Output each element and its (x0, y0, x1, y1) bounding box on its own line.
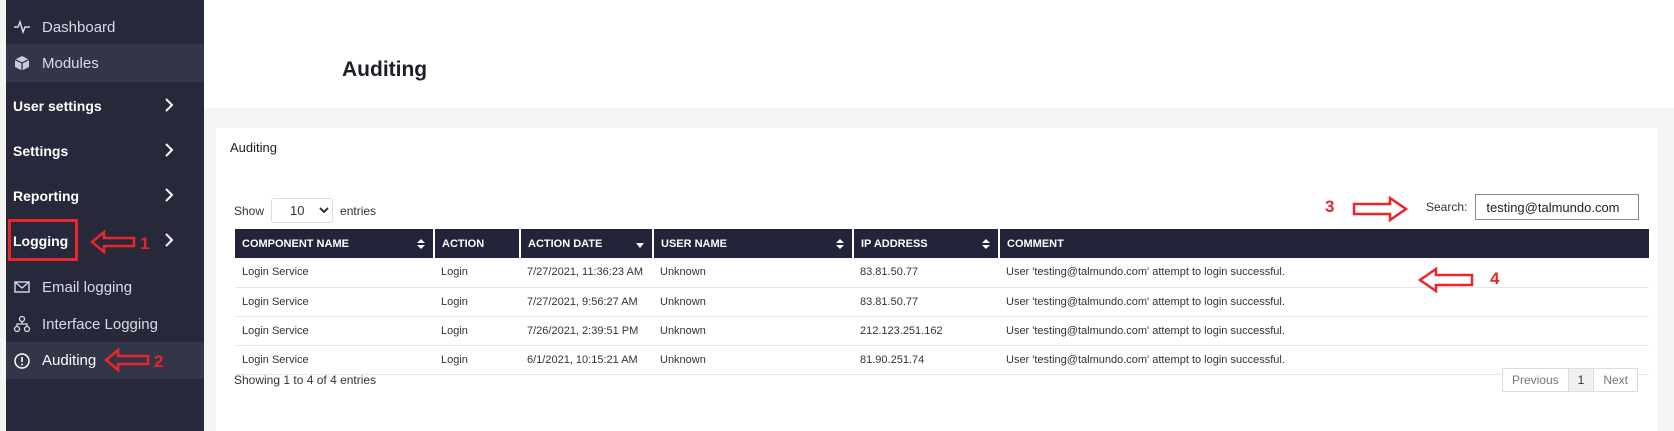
column-label: COMPONENT NAME (242, 237, 349, 250)
sidebar-item-email-logging[interactable]: Email logging (6, 268, 204, 306)
entries-label: entries (340, 203, 377, 218)
chevron-right-icon (160, 141, 178, 159)
table-cell: 6/1/2021, 10:15:21 AM (520, 345, 653, 375)
page-header: Auditing (204, 0, 1674, 108)
pagination: Previous 1 Next (1501, 368, 1638, 392)
sort-desc-icon (636, 243, 644, 248)
previous-page-button[interactable]: Previous (1501, 368, 1569, 392)
table-info: Showing 1 to 4 of 4 entries (234, 373, 377, 387)
sidebar-item-label: Settings (13, 143, 69, 159)
cube-icon (13, 54, 31, 72)
sort-icon (982, 239, 990, 249)
sidebar-item-label: User settings (13, 98, 102, 114)
annotation-label: 2 (154, 352, 164, 371)
table-cell: 7/27/2021, 9:56:27 AM (520, 287, 653, 317)
table-cell: Login (434, 316, 520, 346)
annotation-label: 4 (1490, 269, 1500, 288)
table-cell: Login Service (235, 345, 434, 375)
alert-circle-icon (13, 352, 31, 370)
sidebar-item-modules[interactable]: Modules (6, 44, 204, 82)
column-header-action-date[interactable]: ACTION DATE (520, 229, 654, 258)
sort-icon (836, 239, 844, 249)
column-header-component-name[interactable]: COMPONENT NAME (235, 229, 435, 258)
page-title: Auditing (342, 58, 428, 81)
table-cell: 7/27/2021, 11:36:23 AM (520, 258, 653, 288)
column-header-ip-address[interactable]: IP ADDRESS (853, 229, 1000, 258)
arrow-left-icon (1418, 267, 1474, 293)
table-cell: Unknown (653, 316, 853, 346)
column-label: IP ADDRESS (861, 237, 928, 250)
table-cell: User 'testing@talmundo.com' attempt to l… (999, 258, 1649, 288)
table-row: Login Service Login 7/26/2021, 2:39:51 P… (235, 316, 1649, 346)
card-title: Auditing (230, 140, 277, 155)
column-header-comment[interactable]: COMMENT (999, 229, 1649, 258)
sidebar-item-label: Dashboard (42, 18, 116, 36)
sidebar-item-label: Auditing (42, 352, 97, 369)
arrow-left-icon (104, 348, 150, 372)
table-cell: Login (434, 345, 520, 375)
table-cell: 83.81.50.77 (853, 258, 999, 288)
network-icon (13, 315, 31, 333)
column-label: USER NAME (661, 237, 728, 250)
search-control: Search: (1426, 194, 1640, 220)
sidebar-group-settings[interactable]: Settings (6, 131, 204, 171)
page-1-button[interactable]: 1 (1567, 368, 1595, 392)
annotation-label: 3 (1325, 197, 1335, 216)
table-cell: Login Service (235, 287, 434, 317)
table-cell: Login Service (235, 316, 434, 346)
show-label: Show (234, 203, 265, 218)
arrow-left-icon (90, 230, 136, 254)
search-label: Search: (1426, 200, 1468, 214)
highlight-box (8, 219, 78, 261)
table-cell: Unknown (653, 258, 853, 288)
annotation-label: 1 (140, 234, 150, 253)
column-label: COMMENT (1007, 237, 1064, 250)
sidebar-item-label: Modules (42, 54, 99, 72)
table-row: Login Service Login 6/1/2021, 10:15:21 A… (235, 345, 1649, 375)
table-cell: 7/26/2021, 2:39:51 PM (520, 316, 653, 346)
page-size-select[interactable]: 10 (271, 198, 334, 223)
sidebar-item-label: Reporting (13, 188, 80, 204)
column-header-action[interactable]: ACTION (434, 229, 521, 258)
column-header-user-name[interactable]: USER NAME (653, 229, 854, 258)
column-label: ACTION (442, 237, 485, 250)
sidebar-group-user-settings[interactable]: User settings (6, 86, 204, 126)
table-cell: 212.123.251.162 (853, 316, 999, 346)
column-label: ACTION DATE (528, 237, 603, 250)
sidebar-item-interface-logging[interactable]: Interface Logging (6, 305, 204, 343)
table-cell: Unknown (653, 287, 853, 317)
chevron-right-icon (160, 231, 178, 249)
table-cell: 83.81.50.77 (853, 287, 999, 317)
sidebar-group-reporting[interactable]: Reporting (6, 176, 204, 216)
sidebar-item-label: Interface Logging (42, 315, 158, 333)
chevron-right-icon (160, 186, 178, 204)
arrow-right-icon (1352, 196, 1408, 222)
table-cell: Login Service (235, 258, 434, 288)
sidebar-item-label: Email logging (42, 278, 133, 296)
table-cell: User 'testing@talmundo.com' attempt to l… (999, 316, 1649, 346)
sort-icon (417, 239, 425, 249)
table-cell: User 'testing@talmundo.com' attempt to l… (999, 287, 1649, 317)
chevron-right-icon (160, 96, 178, 114)
table-cell: Login (434, 287, 520, 317)
envelope-icon (13, 278, 31, 296)
table-cell: Login (434, 258, 520, 288)
page-size-control: Show 10 entries (234, 198, 376, 223)
table-header-row: COMPONENT NAME ACTION ACTION DATE USER N… (235, 229, 1649, 258)
pulse-icon (13, 18, 31, 36)
table-cell: 81.90.251.74 (853, 345, 999, 375)
search-input[interactable] (1475, 194, 1640, 220)
table-cell: Unknown (653, 345, 853, 375)
next-page-button[interactable]: Next (1593, 368, 1638, 392)
auditing-table: COMPONENT NAME ACTION ACTION DATE USER N… (235, 229, 1649, 375)
sidebar-item-dashboard[interactable]: Dashboard (6, 8, 204, 46)
